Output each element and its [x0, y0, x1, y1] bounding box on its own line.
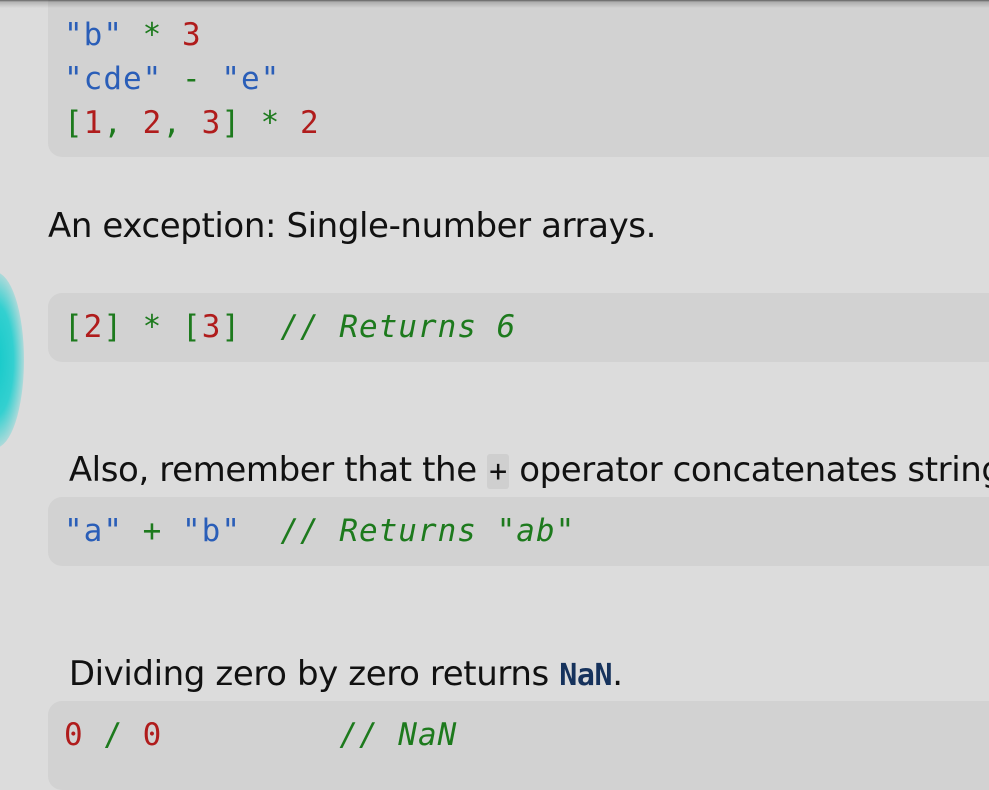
code-token: 0	[142, 717, 163, 753]
code-token: "b"	[64, 17, 123, 53]
code-token: [	[64, 105, 84, 141]
code-token: 0	[64, 717, 84, 753]
code-token: // Returns "ab"	[241, 513, 576, 549]
code-line: [1, 2, 3] * 2	[64, 101, 320, 145]
code-token: "a"	[64, 513, 123, 549]
code-block-zero-division: 0 / 0 // NaN	[48, 701, 989, 790]
code-token: ]	[103, 309, 124, 345]
code-token: "e"	[221, 61, 281, 97]
code-token: *	[123, 309, 183, 345]
paragraph-text: operator concatenates strings.	[508, 450, 989, 490]
code-token: ]	[221, 105, 242, 141]
inline-code-nan: NaN	[559, 658, 613, 693]
paragraph-concatenation: Also, remember that the + operator conca…	[48, 410, 989, 490]
inline-code-plus: +	[487, 454, 509, 489]
code-token: [	[182, 309, 202, 345]
code-block-string-ops: "b" * 3 "cde" - "e" [1, 2, 3] * 2	[48, 0, 989, 157]
code-token: 2	[142, 105, 163, 141]
code-block-array-multiply: [2] * [3] // Returns 6	[48, 293, 989, 362]
code-token: // NaN	[162, 717, 458, 753]
code-token: // Returns 6	[241, 309, 517, 345]
code-token: +	[123, 513, 182, 549]
code-token: [	[64, 309, 84, 345]
paragraph-text: Dividing zero by zero returns	[68, 654, 560, 694]
code-line: 0 / 0 // NaN	[64, 713, 457, 757]
code-token: 2	[83, 309, 104, 345]
code-line: [2] * [3] // Returns 6	[64, 305, 516, 349]
paragraph-nan: Dividing zero by zero returns NaN.	[48, 614, 623, 694]
paragraph-exception: An exception: Single-number arrays.	[48, 206, 657, 246]
code-line: "a" + "b" // Returns "ab"	[64, 509, 575, 553]
code-token: /	[83, 717, 143, 753]
code-block-string-concat: "a" + "b" // Returns "ab"	[48, 497, 989, 566]
code-token: 3	[201, 309, 222, 345]
code-token: "cde"	[64, 61, 163, 97]
paragraph-text: .	[612, 654, 623, 694]
code-line: "cde" - "e"	[64, 57, 280, 101]
code-token: "b"	[182, 513, 241, 549]
code-token: *	[123, 17, 182, 53]
code-token: *	[241, 105, 301, 141]
code-token: 3	[201, 105, 222, 141]
scroll-edge-glow	[0, 272, 24, 448]
code-token: 2	[300, 105, 320, 141]
code-token: -	[162, 61, 222, 97]
code-token: 1	[83, 105, 104, 141]
code-token: ]	[221, 309, 242, 345]
code-token: 3	[182, 17, 202, 53]
paragraph-text: Also, remember that the	[68, 450, 488, 490]
code-token: ,	[103, 105, 143, 141]
code-token: ,	[162, 105, 202, 141]
top-edge-shadow	[0, 0, 989, 8]
code-line: "b" * 3	[64, 13, 202, 57]
